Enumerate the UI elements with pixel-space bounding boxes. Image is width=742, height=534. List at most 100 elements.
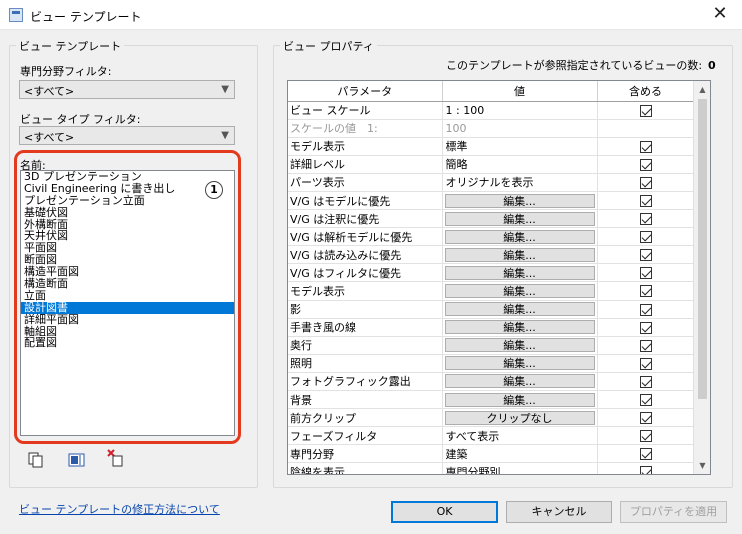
include-checkbox[interactable]: [639, 448, 652, 461]
include-cell: [597, 444, 695, 464]
template-name-item[interactable]: 詳細平面図: [21, 313, 234, 326]
property-name: スケールの値 1:: [288, 119, 443, 138]
include-checkbox[interactable]: [639, 466, 652, 474]
include-checkbox[interactable]: [639, 176, 652, 189]
edit-button[interactable]: 編集...: [444, 193, 595, 208]
include-checkbox[interactable]: [639, 140, 652, 153]
property-value-cell: 編集...: [442, 209, 598, 229]
template-name-item[interactable]: 設計図書: [21, 301, 234, 314]
property-row: モデル表示 編集...: [288, 281, 695, 301]
include-cell: [597, 101, 695, 120]
cancel-button[interactable]: キャンセル: [506, 501, 612, 523]
delete-icon[interactable]: [106, 449, 124, 467]
edit-button[interactable]: 編集...: [444, 392, 595, 407]
include-checkbox[interactable]: [639, 231, 652, 244]
annotation-badge: 1: [205, 181, 223, 199]
include-checkbox[interactable]: [639, 158, 652, 171]
include-checkbox[interactable]: [639, 375, 652, 388]
view-type-filter-select[interactable]: <すべて> ▼: [19, 126, 235, 145]
reference-count-label: このテンプレートが参照指定されているビューの数:: [446, 59, 703, 72]
property-row: 専門分野 建築: [288, 444, 695, 464]
template-name-item[interactable]: Civil Engineering に書き出し: [21, 182, 234, 195]
include-checkbox[interactable]: [639, 430, 652, 443]
view-properties-legend: ビュー プロパティ: [280, 38, 377, 54]
discipline-filter-label: 専門分野フィルタ:: [20, 65, 112, 78]
edit-button[interactable]: 編集...: [444, 247, 595, 262]
properties-header-row: パラメータ 値 含める: [288, 81, 695, 102]
column-header-value[interactable]: 値: [442, 81, 598, 102]
property-name: V/G はフィルタに優先: [288, 263, 443, 283]
window-title: ビュー テンプレート: [30, 10, 142, 24]
edit-button[interactable]: 編集...: [444, 374, 595, 389]
include-cell: [597, 173, 695, 192]
scroll-down-icon[interactable]: ▼: [694, 457, 710, 474]
discipline-filter-value: <すべて>: [24, 85, 75, 98]
include-checkbox[interactable]: [639, 394, 652, 407]
rename-icon[interactable]: [68, 451, 86, 469]
property-value[interactable]: 標準: [442, 137, 598, 156]
edit-button[interactable]: 編集...: [444, 283, 595, 298]
chevron-down-icon: ▼: [221, 84, 229, 95]
include-cell: [597, 390, 695, 410]
include-checkbox[interactable]: [639, 303, 652, 316]
include-checkbox[interactable]: [639, 339, 652, 352]
scroll-thumb[interactable]: [698, 99, 707, 399]
ok-button[interactable]: OK: [391, 501, 498, 523]
edit-button[interactable]: 編集...: [444, 229, 595, 244]
include-checkbox[interactable]: [639, 104, 652, 117]
edit-button[interactable]: 編集...: [444, 338, 595, 353]
reference-count: このテンプレートが参照指定されているビューの数: 0: [446, 57, 716, 73]
include-checkbox[interactable]: [639, 213, 652, 226]
template-name-item[interactable]: プレゼンテーション立面: [21, 194, 234, 207]
include-checkbox[interactable]: [639, 249, 652, 262]
property-name: フェーズフィルタ: [288, 426, 443, 446]
property-value[interactable]: 簡略: [442, 155, 598, 174]
property-value-cell: 編集...: [442, 263, 598, 283]
include-checkbox[interactable]: [639, 267, 652, 280]
template-name-item[interactable]: 立面: [21, 290, 234, 302]
property-name: フォトグラフィック露出: [288, 372, 443, 392]
include-cell: [597, 372, 695, 392]
include-cell: [597, 354, 695, 373]
property-value[interactable]: 建築: [442, 444, 598, 464]
template-name-list[interactable]: 3D プレゼンテーション Civil Engineering に書き出し プレゼンテ…: [20, 170, 235, 436]
include-checkbox[interactable]: [639, 195, 652, 208]
column-header-parameter[interactable]: パラメータ: [288, 81, 443, 102]
edit-button[interactable]: 編集...: [444, 265, 595, 280]
edit-button[interactable]: 編集...: [444, 320, 595, 335]
include-checkbox[interactable]: [639, 412, 652, 425]
include-cell: [597, 155, 695, 174]
column-header-include[interactable]: 含める: [597, 81, 695, 102]
properties-table: パラメータ 値 含める ビュー スケール 1 : 100 スケールの値 1: 100 モ…: [288, 81, 695, 474]
duplicate-icon[interactable]: [27, 451, 45, 469]
include-checkbox[interactable]: [639, 285, 652, 298]
property-value[interactable]: オリジナルを表示: [442, 173, 598, 192]
chevron-down-icon: ▼: [221, 130, 229, 141]
edit-button[interactable]: 編集...: [444, 302, 595, 317]
property-value[interactable]: 1 : 100: [442, 101, 598, 120]
property-value: 100: [442, 119, 598, 138]
edit-button[interactable]: 編集...: [444, 356, 595, 371]
template-name-item[interactable]: 基礎伏図: [21, 206, 234, 219]
include-cell: [597, 209, 695, 229]
apply-properties-button[interactable]: プロパティを適用: [620, 501, 727, 523]
property-name: V/G は読み込みに優先: [288, 245, 443, 265]
edit-button[interactable]: クリップなし: [444, 410, 595, 425]
property-value[interactable]: すべて表示: [442, 426, 598, 446]
property-name: 陰線を表示: [288, 462, 443, 474]
include-checkbox[interactable]: [639, 357, 652, 370]
scroll-up-icon[interactable]: ▲: [694, 81, 710, 98]
template-name-item[interactable]: 構造断面: [21, 278, 234, 290]
property-row: V/G は読み込みに優先 編集...: [288, 245, 695, 265]
close-icon[interactable]: ✕: [704, 3, 736, 27]
property-value[interactable]: 専門分野別: [442, 462, 598, 474]
property-row: 背景 編集...: [288, 390, 695, 410]
property-name: 前方クリップ: [288, 408, 443, 428]
reference-count-value: 0: [708, 59, 716, 72]
edit-button[interactable]: 編集...: [444, 211, 595, 226]
help-link[interactable]: ビュー テンプレートの修正方法について: [19, 501, 220, 517]
template-name-item[interactable]: 配置図: [21, 337, 234, 349]
vertical-scrollbar[interactable]: ▲ ▼: [693, 81, 710, 474]
discipline-filter-select[interactable]: <すべて> ▼: [19, 80, 235, 99]
include-checkbox[interactable]: [639, 321, 652, 334]
